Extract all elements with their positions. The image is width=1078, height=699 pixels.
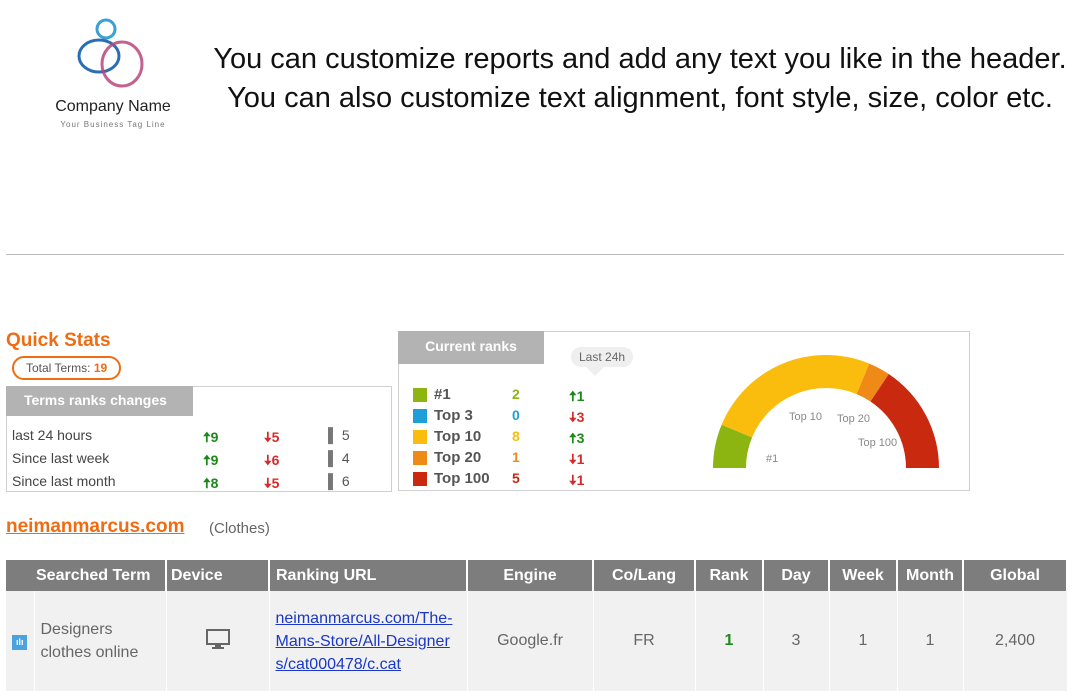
- rank-cell: 1: [695, 591, 764, 691]
- column-header-global[interactable]: Global: [963, 560, 1068, 591]
- engine-badge-cell: ılı: [6, 591, 35, 691]
- engine-cell: Google.fr: [467, 591, 594, 691]
- change-up-count: 🠅9: [203, 429, 219, 445]
- arrow-down-icon: 🠇: [569, 451, 577, 467]
- rank-bucket-label: Top 10: [434, 428, 482, 445]
- day-cell: 3: [763, 591, 830, 691]
- arrow-up-icon: 🠅: [203, 452, 211, 468]
- rank-bucket-count: 1: [512, 449, 520, 465]
- searched-term: Designers clothes online: [34, 591, 167, 691]
- change-down-count: 🠇5: [264, 429, 280, 445]
- period-badge-pointer: [586, 367, 604, 376]
- rank-bucket-count: 5: [512, 470, 520, 486]
- arrow-down-icon: 🠇: [569, 409, 577, 425]
- gauge-label: Top 100: [858, 437, 897, 449]
- flat-bar-icon: ▌: [328, 427, 338, 443]
- change-row-label: last 24 hours: [12, 427, 93, 443]
- column-header-searched-term[interactable]: Searched Term: [6, 560, 167, 591]
- ranks-changes-title: Terms ranks changes: [6, 386, 193, 416]
- bar-chart-icon[interactable]: ılı: [12, 635, 28, 650]
- change-flat-count: ▌ 5: [328, 427, 350, 443]
- rank-bucket-label: #1: [434, 386, 451, 403]
- change-flat-count: ▌ 4: [328, 450, 350, 466]
- total-terms-value: 19: [93, 361, 108, 375]
- week-cell: 1: [829, 591, 898, 691]
- header-text: You can customize reports and add any te…: [213, 43, 1067, 114]
- column-header-rank[interactable]: Rank: [695, 560, 764, 591]
- rank-bucket-count: 8: [512, 428, 520, 444]
- change-row-label: Since last week: [12, 450, 110, 466]
- column-header-week[interactable]: Week: [829, 560, 898, 591]
- change-down-count: 🠇6: [264, 452, 280, 468]
- device-cell: [166, 591, 270, 691]
- domain-link[interactable]: neimanmarcus.com: [6, 516, 184, 538]
- co-lang-cell: FR: [593, 591, 696, 691]
- column-header-engine[interactable]: Engine: [467, 560, 594, 591]
- table-header-row: Searched Term Device Ranking URL Engine …: [6, 560, 1068, 591]
- rank-bucket-change: 🠇1: [569, 472, 585, 488]
- gauge-label: #1: [766, 453, 778, 465]
- rank-bucket-count: 2: [512, 386, 520, 402]
- period-badge: Last 24h: [571, 347, 634, 367]
- rank-color-swatch: [413, 472, 427, 486]
- total-terms-badge: Total Terms: 19: [12, 356, 122, 380]
- arrow-up-icon: 🠅: [203, 429, 211, 445]
- header-divider: [6, 254, 1064, 255]
- table-row: ılı Designers clothes online neimanmarcu…: [6, 591, 1068, 691]
- column-header-co-lang[interactable]: Co/Lang: [593, 560, 696, 591]
- change-flat-count: ▌ 6: [328, 473, 350, 489]
- flat-bar-icon: ▌: [328, 473, 338, 489]
- rank-color-swatch: [413, 451, 427, 465]
- arrow-down-icon: 🠇: [264, 452, 272, 468]
- global-cell: 2,400: [963, 591, 1068, 691]
- change-up-count: 🠅9: [203, 452, 219, 468]
- rank-color-swatch: [413, 388, 427, 402]
- arrow-down-icon: 🠇: [569, 472, 577, 488]
- arrow-up-icon: 🠅: [569, 388, 577, 404]
- change-up-count: 🠅8: [203, 475, 219, 491]
- change-row-label: Since last month: [12, 473, 116, 489]
- column-header-day[interactable]: Day: [763, 560, 830, 591]
- ranks-gauge-chart: #1 Top 10 Top 20 Top 100: [713, 355, 939, 468]
- company-name: Company Name: [55, 98, 171, 115]
- rank-color-swatch: [413, 409, 427, 423]
- quick-stats-title: Quick Stats: [6, 330, 111, 351]
- desktop-monitor-icon: [205, 628, 230, 649]
- rank-bucket-label: Top 100: [434, 470, 490, 487]
- rankings-table: Searched Term Device Ranking URL Engine …: [6, 560, 1068, 691]
- arrow-down-icon: 🠇: [264, 475, 272, 491]
- total-terms-label: Total Terms:: [26, 361, 91, 375]
- ranking-url-link[interactable]: neimanmarcus.com/The-Mans-Store/All-Desi…: [276, 610, 453, 673]
- rank-bucket-label: Top 3: [434, 407, 473, 424]
- rank-bucket-count: 0: [512, 407, 520, 423]
- gauge-segment: [721, 355, 870, 438]
- flat-bar-icon: ▌: [328, 450, 338, 466]
- gauge-label: Top 10: [789, 411, 822, 423]
- domain-category: (Clothes): [209, 520, 270, 537]
- company-tagline: Your Business Tag Line: [60, 120, 166, 129]
- arrow-down-icon: 🠇: [264, 429, 272, 445]
- rank-bucket-label: Top 20: [434, 449, 482, 466]
- arrow-up-icon: 🠅: [569, 430, 577, 446]
- change-down-count: 🠇5: [264, 475, 280, 491]
- column-header-ranking-url[interactable]: Ranking URL: [269, 560, 468, 591]
- ranking-url-cell: neimanmarcus.com/The-Mans-Store/All-Desi…: [269, 591, 468, 691]
- gauge-label: Top 20: [837, 413, 870, 425]
- arrow-up-icon: 🠅: [203, 475, 211, 491]
- company-logo: [77, 18, 144, 88]
- rank-color-swatch: [413, 430, 427, 444]
- gauge-segment: [870, 374, 939, 468]
- current-ranks-title: Current ranks: [398, 331, 544, 364]
- column-header-device[interactable]: Device: [166, 560, 270, 591]
- column-header-month[interactable]: Month: [897, 560, 964, 591]
- month-cell: 1: [897, 591, 964, 691]
